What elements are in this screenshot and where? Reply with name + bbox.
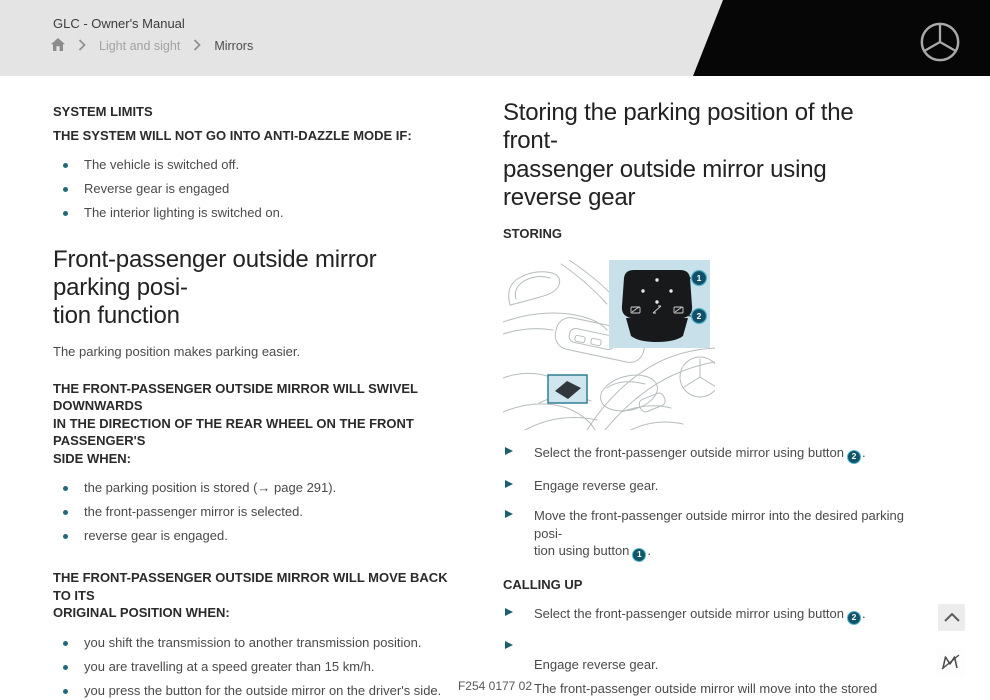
list-item-text: you shift the transmission to another tr… (84, 635, 421, 650)
list-item-text: reverse gear is engaged. (84, 528, 228, 543)
scroll-to-top-button[interactable] (938, 604, 965, 631)
home-icon[interactable] (51, 38, 65, 54)
svg-text:2: 2 (697, 311, 702, 321)
step-text-end: . (862, 606, 866, 621)
breadcrumb-item-light-and-sight[interactable]: Light and sight (99, 39, 180, 53)
subheading-storing: STORING (503, 225, 907, 243)
dot-icon (63, 510, 68, 515)
header-bar: GLC - Owner's Manual Light and sight Mir… (0, 0, 990, 76)
list-item: The interior lighting is switched on. (53, 205, 457, 222)
swivel-conditions-list: the parking position is stored (→ page 2… (53, 480, 457, 545)
chevron-right-icon (193, 39, 201, 54)
step-item: Move the front-passenger outside mirror … (503, 507, 907, 562)
list-item-text: the front-passenger mirror is selected. (84, 504, 303, 519)
list-item: you are travelling at a speed greater th… (53, 659, 457, 676)
section-heading-system-limits: SYSTEM LIMITS (53, 103, 457, 121)
door-control-illustration: 1 2 (503, 260, 715, 430)
list-item-text: Reverse gear is engaged (84, 181, 229, 196)
list-item: The vehicle is switched off. (53, 157, 457, 174)
triangle-right-icon (503, 507, 534, 562)
manual-title: GLC - Owner's Manual (53, 16, 185, 31)
list-item: the front-passenger mirror is selected. (53, 504, 457, 521)
svg-text:1: 1 (697, 273, 702, 283)
storing-steps-list: Select the front-passenger outside mirro… (503, 444, 907, 562)
callout-2: 2 (692, 308, 707, 323)
chevron-up-icon (944, 610, 960, 625)
step-text: Move the front-passenger outside mirror … (534, 508, 904, 558)
triangle-right-icon (503, 444, 534, 464)
step-item: Engage reverse gear. (503, 477, 907, 495)
subheading-calling-up: CALLING UP (503, 576, 907, 594)
list-item: reverse gear is engaged. (53, 528, 457, 545)
page-title-parking-function: Front-passenger outside mirror parking p… (53, 246, 457, 331)
triangle-right-icon (503, 605, 534, 625)
breadcrumb-item-mirrors[interactable]: Mirrors (214, 39, 253, 53)
step-text: Engage reverse gear. (534, 478, 658, 493)
m-slash-icon (941, 654, 961, 673)
step-text: Select the front-passenger outside mirro… (534, 606, 844, 621)
dot-icon (63, 665, 68, 670)
list-item-text: The interior lighting is switched on. (84, 205, 283, 220)
step-item: Select the front-passenger outside mirro… (503, 444, 907, 464)
callout-1: 1 (692, 270, 707, 285)
triangle-right-icon (503, 477, 534, 495)
intro-text: The parking position makes parking easie… (53, 344, 457, 359)
figure-reference-code: F254 0177 02 (0, 679, 990, 693)
step-text-end: . (862, 445, 866, 460)
dot-icon (63, 534, 68, 539)
dot-icon (63, 641, 68, 646)
right-column: Storing the parking position of the fron… (503, 99, 907, 700)
button-2-badge: 2 (847, 450, 861, 464)
list-item-text: you are travelling at a speed greater th… (84, 659, 375, 674)
content-area: SYSTEM LIMITS THE SYSTEM WILL NOT GO INT… (0, 76, 990, 700)
step-item: Select the front-passenger outside mirro… (503, 605, 907, 625)
list-item-text: the parking position is stored (→ page 2… (84, 480, 336, 495)
step-text: Engage reverse gear. (534, 657, 658, 672)
dot-icon (63, 163, 68, 168)
subheading-anti-dazzle: THE SYSTEM WILL NOT GO INTO ANTI-DAZZLE … (53, 127, 457, 145)
owners-manual-page: GLC - Owner's Manual Light and sight Mir… (0, 0, 990, 700)
list-item: Reverse gear is engaged (53, 181, 457, 198)
list-item: you shift the transmission to another tr… (53, 635, 457, 652)
page-title-storing-parking-position: Storing the parking position of the fron… (503, 99, 907, 212)
dot-icon (63, 211, 68, 216)
subheading-swivel: THE FRONT-PASSENGER OUTSIDE MIRROR WILL … (53, 380, 457, 468)
list-item-text: The vehicle is switched off. (84, 157, 239, 172)
button-1-badge: 1 (632, 548, 646, 562)
anti-dazzle-list: The vehicle is switched off. Reverse gea… (53, 157, 457, 222)
list-item: the parking position is stored (→ page 2… (53, 480, 457, 497)
chevron-right-icon (78, 39, 86, 54)
step-text: Select the front-passenger outside mirro… (534, 445, 844, 460)
page-marker-button[interactable] (937, 649, 965, 677)
subheading-move-back: THE FRONT-PASSENGER OUTSIDE MIRROR WILL … (53, 569, 457, 622)
button-2-badge: 2 (847, 611, 861, 625)
mercedes-star-icon (918, 20, 962, 69)
dot-icon (63, 486, 68, 491)
dot-icon (63, 187, 68, 192)
step-text-end: . (647, 543, 651, 558)
left-column: SYSTEM LIMITS THE SYSTEM WILL NOT GO INT… (53, 103, 457, 700)
breadcrumb: Light and sight Mirrors (51, 38, 253, 54)
